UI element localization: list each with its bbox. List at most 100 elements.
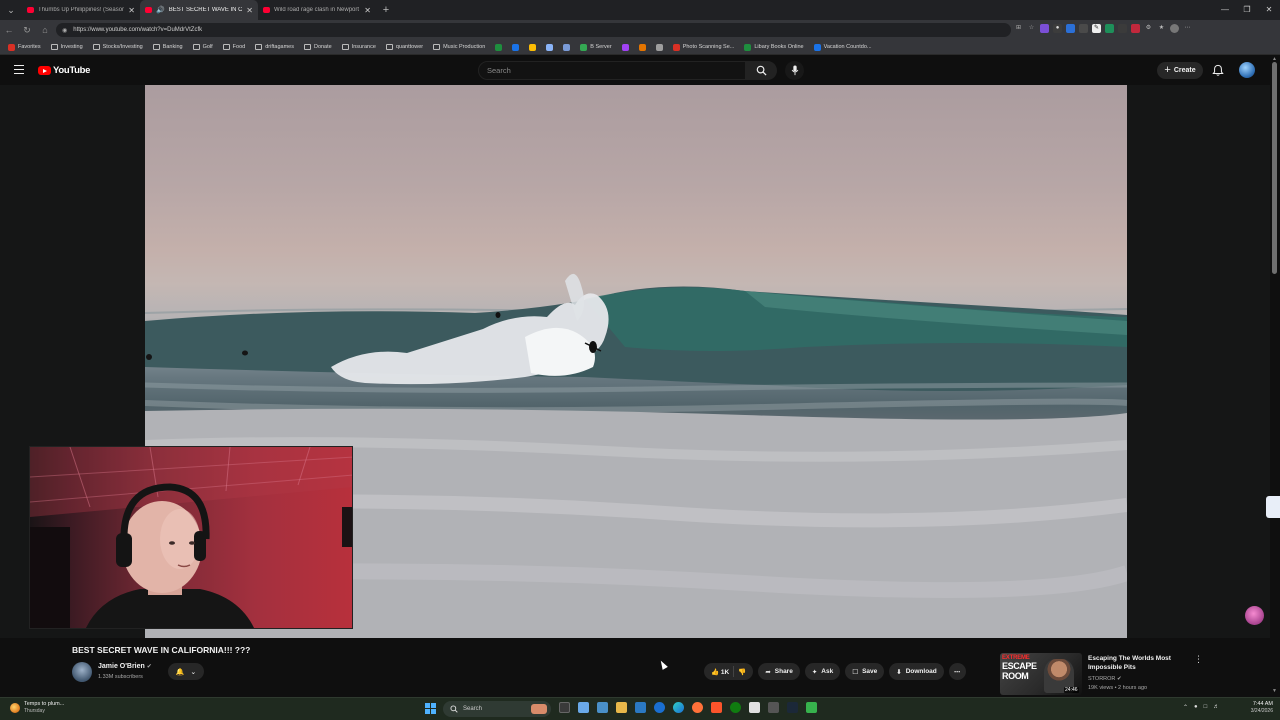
- hamburger-menu-icon[interactable]: [14, 65, 24, 74]
- account-avatar[interactable]: [1239, 62, 1255, 78]
- bookmark-item[interactable]: driftagames: [251, 44, 298, 50]
- restore-icon[interactable]: ❐: [1236, 0, 1258, 20]
- favorites-icon[interactable]: ★: [1157, 24, 1166, 33]
- browser-tab-1[interactable]: Thumbs Up Philippines! (Season... ✕: [22, 0, 140, 20]
- bookmark-item[interactable]: [491, 43, 506, 51]
- subscribed-notifications-button[interactable]: 🔔 ⌄: [168, 663, 204, 680]
- bookmark-item[interactable]: Donate: [300, 44, 336, 50]
- share-button[interactable]: ➦ Share: [758, 663, 800, 680]
- firefox-icon[interactable]: [692, 702, 703, 713]
- extension-shield-icon[interactable]: [1066, 24, 1075, 33]
- bookmark-item[interactable]: Investing: [47, 44, 87, 50]
- weather-widget[interactable]: Temps to plum... Thursday: [10, 701, 64, 715]
- extensions-puzzle-icon[interactable]: ⚙: [1144, 24, 1153, 33]
- bookmark-item[interactable]: [559, 43, 574, 51]
- like-button[interactable]: 👍 1K: [711, 668, 729, 676]
- xbox-icon[interactable]: [730, 702, 741, 713]
- settings-app-icon[interactable]: [578, 702, 589, 713]
- download-button[interactable]: ⬇ Download: [889, 663, 944, 680]
- more-actions-button[interactable]: ⋯: [948, 663, 966, 680]
- taskbar-clock[interactable]: 7:44 AM 3/24/2026: [1237, 701, 1273, 715]
- site-info-icon[interactable]: ◉: [62, 27, 67, 34]
- channel-name[interactable]: Jamie O'Brien ✔: [98, 663, 152, 670]
- save-button[interactable]: ☐ Save: [845, 663, 885, 680]
- edge-browser-icon[interactable]: [673, 702, 684, 713]
- browser-tab-3[interactable]: Wild road rage clash in Newport B... ✕: [258, 0, 376, 20]
- sidebar-extension-tab[interactable]: [1266, 496, 1280, 518]
- bookmark-item[interactable]: [542, 43, 557, 51]
- create-button[interactable]: + Create: [1157, 62, 1203, 79]
- recommended-video-card[interactable]: EXTREME ESCAPE ROOM 24:46 Escaping The W…: [1000, 651, 1205, 696]
- profile-icon[interactable]: [1170, 24, 1179, 33]
- channel-avatar[interactable]: [72, 662, 92, 682]
- volume-icon[interactable]: ♬: [1213, 704, 1219, 711]
- bookmark-item[interactable]: [508, 43, 523, 51]
- tray-chevron-icon[interactable]: ⌃: [1183, 704, 1188, 711]
- bookmark-item[interactable]: B Server: [576, 43, 615, 51]
- reload-icon[interactable]: ↻: [18, 25, 36, 36]
- bookmark-item[interactable]: [618, 43, 633, 51]
- bookmark-item[interactable]: Libary Books Online: [740, 43, 807, 51]
- brave-icon[interactable]: [711, 702, 722, 713]
- microphone-icon[interactable]: ●: [1194, 704, 1198, 711]
- bf-app-icon[interactable]: [806, 702, 817, 713]
- search-button[interactable]: [746, 61, 777, 80]
- browser-menu-icon[interactable]: ⋯: [1183, 24, 1192, 33]
- bookmark-item[interactable]: Banking: [149, 44, 187, 50]
- scrollbar-thumb[interactable]: [1272, 62, 1277, 274]
- bookmark-item[interactable]: Vacation Countdo...: [810, 43, 876, 51]
- back-icon[interactable]: ←: [0, 25, 18, 35]
- notifications-bell-icon[interactable]: [1211, 64, 1225, 77]
- dislike-button[interactable]: 👎: [738, 668, 746, 676]
- calculator-icon[interactable]: [635, 702, 646, 713]
- bookmark-item[interactable]: Food: [219, 44, 250, 50]
- extension-car-icon[interactable]: ●: [1053, 24, 1062, 33]
- bookmark-item[interactable]: [635, 43, 650, 51]
- bookmark-item[interactable]: Music Production: [429, 44, 489, 50]
- bookmark-item[interactable]: Photo Scanning Se...: [669, 43, 739, 51]
- extension-dark-icon[interactable]: [1118, 24, 1127, 33]
- new-tab-button[interactable]: +: [376, 4, 396, 16]
- extension-green-icon[interactable]: [1105, 24, 1114, 33]
- extension-red-icon[interactable]: [1131, 24, 1140, 33]
- youtube-logo[interactable]: YouTube: [38, 65, 90, 76]
- steam-icon[interactable]: [787, 702, 798, 713]
- url-input[interactable]: ◉ https://www.youtube.com/watch?v=DuMdrV…: [56, 23, 1011, 37]
- bookmark-item[interactable]: [525, 43, 540, 51]
- floating-assistant-bubble-icon[interactable]: [1245, 606, 1264, 625]
- close-window-icon[interactable]: ✕: [1258, 0, 1280, 20]
- ask-button[interactable]: ✦ Ask: [804, 663, 841, 680]
- recommended-video-title[interactable]: Escaping The Worlds Most Impossible Pits: [1088, 654, 1188, 672]
- voice-search-button[interactable]: [785, 61, 804, 80]
- scroll-down-arrow-icon[interactable]: ▼: [1272, 688, 1277, 694]
- tab-list-button[interactable]: ⌄: [0, 0, 22, 20]
- speaker-icon[interactable]: 🔊: [156, 6, 165, 14]
- install-app-icon[interactable]: ⊞: [1014, 24, 1023, 33]
- app-blue-icon[interactable]: [654, 702, 665, 713]
- file-explorer-icon[interactable]: [616, 702, 627, 713]
- widget-app-icon[interactable]: [597, 702, 608, 713]
- bookmark-star-icon[interactable]: ☆: [1027, 24, 1036, 33]
- bookmark-item[interactable]: [652, 43, 667, 51]
- extension-notes-icon[interactable]: ✎: [1092, 24, 1101, 33]
- bookmark-item[interactable]: Insurance: [338, 44, 380, 50]
- taskbar-search-box[interactable]: Search: [443, 701, 551, 717]
- bookmark-item[interactable]: quanttower: [382, 44, 427, 50]
- recommended-channel-name[interactable]: STORROR ✔: [1088, 676, 1122, 682]
- store-icon[interactable]: [749, 702, 760, 713]
- recommended-video-thumbnail[interactable]: EXTREME ESCAPE ROOM 24:46: [1000, 653, 1082, 695]
- tab-close-icon[interactable]: ✕: [246, 6, 253, 15]
- extension-gray-icon[interactable]: [1079, 24, 1088, 33]
- task-view-icon[interactable]: [559, 702, 570, 713]
- tab-close-icon[interactable]: ✕: [364, 6, 371, 15]
- network-icon[interactable]: □: [1204, 704, 1208, 711]
- browser-tab-2-active[interactable]: 🔊 BEST SECRET WAVE IN CALIF... ✕: [140, 0, 258, 20]
- windows-start-icon[interactable]: [425, 703, 436, 714]
- extension-purple-icon[interactable]: [1040, 24, 1049, 33]
- shield-app-icon[interactable]: [768, 702, 779, 713]
- bookmark-item[interactable]: Golf: [189, 44, 217, 50]
- search-input[interactable]: Search: [478, 61, 746, 80]
- tab-close-icon[interactable]: ✕: [128, 6, 135, 15]
- home-icon[interactable]: ⌂: [36, 25, 54, 35]
- more-vertical-icon[interactable]: ⋮: [1194, 654, 1203, 665]
